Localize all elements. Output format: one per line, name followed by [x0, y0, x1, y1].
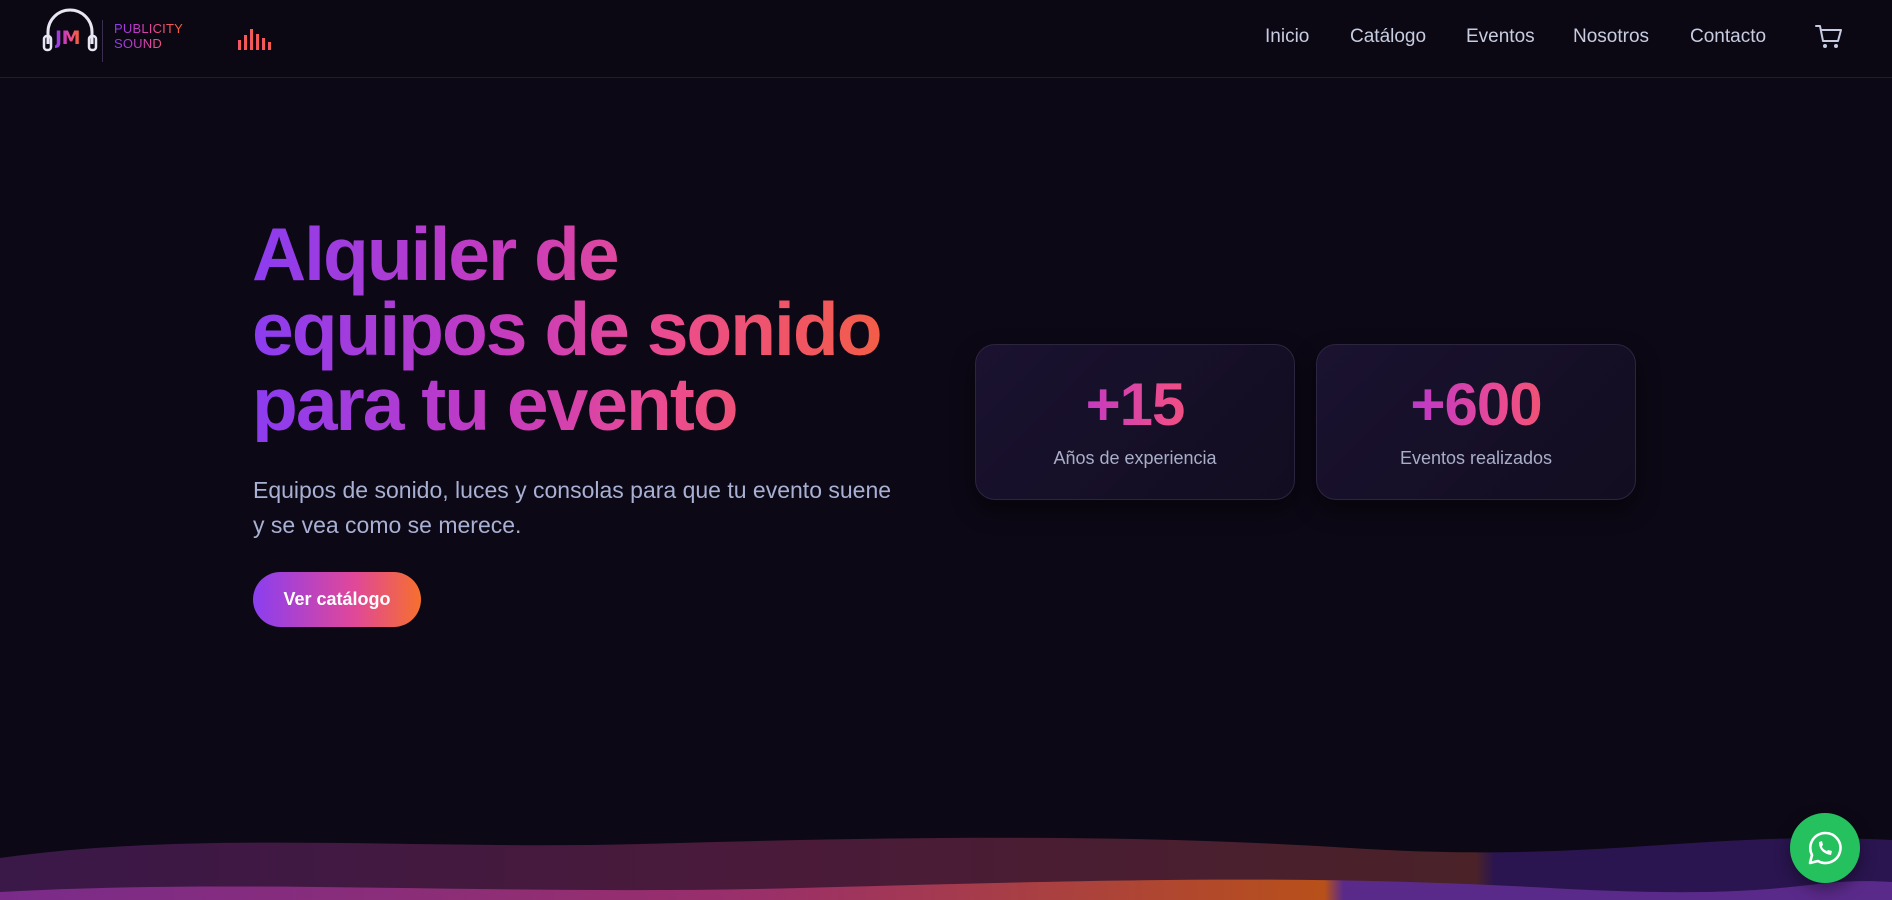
whatsapp-icon	[1808, 831, 1842, 865]
logo-line-2: SOUND	[114, 36, 162, 51]
logo-initials: JM	[55, 27, 80, 49]
logo-line-1: PUBLICITY	[114, 21, 183, 36]
stat-label: Años de experiencia	[1053, 448, 1217, 468]
view-catalog-button[interactable]: Ver catálogo	[253, 572, 421, 627]
nav-eventos[interactable]: Eventos	[1466, 26, 1535, 48]
cart-icon[interactable]	[1815, 24, 1843, 50]
hero-title-line-3: para tu evento	[252, 362, 737, 446]
nav-nosotros[interactable]: Nosotros	[1573, 26, 1649, 48]
nav-inicio[interactable]: Inicio	[1265, 26, 1309, 48]
brand-logo[interactable]: JM PUBLICITY SOUND	[42, 6, 192, 62]
stat-label: Eventos realizados	[1399, 448, 1553, 468]
stat-value: +600	[1317, 372, 1635, 438]
hero-title-line-1: Alquiler de	[252, 212, 618, 296]
whatsapp-button[interactable]	[1790, 813, 1860, 883]
nav-contacto[interactable]: Contacto	[1690, 26, 1766, 48]
logo-divider	[102, 20, 103, 62]
hero-title-line-2: equipos de sonido	[252, 287, 881, 371]
site-header: JM PUBLICITY SOUND Inicio Catálogo Event…	[0, 0, 1892, 78]
equalizer-icon	[238, 29, 271, 50]
hero-subtitle: Equipos de sonido, luces y consolas para…	[253, 477, 892, 538]
nav-catalogo[interactable]: Catálogo	[1350, 26, 1426, 48]
logo-wordmark: PUBLICITY SOUND	[114, 21, 183, 51]
hero-title: Alquiler de equipos de sonido para tu ev…	[252, 217, 952, 442]
stat-card-experience: +15 Años de experiencia	[975, 344, 1295, 500]
decorative-wave	[0, 837, 1892, 900]
stat-value: +15	[976, 372, 1294, 438]
stat-card-events: +600 Eventos realizados	[1316, 344, 1636, 500]
